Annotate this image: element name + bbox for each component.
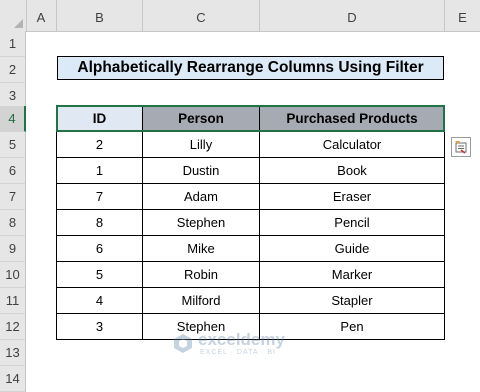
- sheet-title[interactable]: Alphabetically Rearrange Columns Using F…: [57, 56, 444, 80]
- header-cell-person[interactable]: Person: [143, 106, 260, 132]
- table-cell-person[interactable]: Mike: [143, 236, 260, 262]
- row-header-5[interactable]: 5: [0, 132, 26, 158]
- table-cell-person[interactable]: Stephen: [143, 210, 260, 236]
- table-cell-person[interactable]: Milford: [143, 288, 260, 314]
- table-cell-id[interactable]: 1: [57, 158, 143, 184]
- column-header-c[interactable]: C: [143, 0, 260, 31]
- row-header-14[interactable]: 14: [0, 366, 26, 392]
- header-cell-purchased-products[interactable]: Purchased Products: [260, 106, 445, 132]
- row-header-9[interactable]: 9: [0, 236, 26, 262]
- table-cell-product[interactable]: Marker: [260, 262, 445, 288]
- select-all-triangle-icon: [14, 19, 23, 28]
- row-header-6[interactable]: 6: [0, 158, 26, 184]
- column-header-b[interactable]: B: [57, 0, 143, 31]
- table-cell-id[interactable]: 4: [57, 288, 143, 314]
- column-header-row: A B C D E: [0, 0, 480, 32]
- watermark-tagline: EXCEL · DATA · BI: [200, 349, 276, 356]
- table-cell-product[interactable]: Eraser: [260, 184, 445, 210]
- table-cell-person[interactable]: Lilly: [143, 132, 260, 158]
- row-header-7[interactable]: 7: [0, 184, 26, 210]
- table-cell-id[interactable]: 7: [57, 184, 143, 210]
- table-cell-product[interactable]: Book: [260, 158, 445, 184]
- table-cell-id[interactable]: 6: [57, 236, 143, 262]
- watermark: exceldemy EXCEL · DATA · BI: [170, 330, 320, 360]
- table-cell-product[interactable]: Guide: [260, 236, 445, 262]
- column-header-e[interactable]: E: [445, 0, 480, 31]
- row-header-1[interactable]: 1: [0, 31, 26, 57]
- row-header-2[interactable]: 2: [0, 57, 26, 83]
- row-header-13[interactable]: 13: [0, 340, 26, 366]
- column-header-a[interactable]: A: [26, 0, 57, 31]
- table-cell-id[interactable]: 8: [57, 210, 143, 236]
- exceldemy-logo-icon: [174, 334, 192, 353]
- spreadsheet: A B C D E 1 2 3 4 5 6 7 8 9 10 11 12 13 …: [0, 0, 480, 392]
- table-cell-person[interactable]: Robin: [143, 262, 260, 288]
- row-header-8[interactable]: 8: [0, 210, 26, 236]
- table-cell-id[interactable]: 3: [57, 314, 143, 340]
- quick-analysis-button[interactable]: [451, 137, 471, 157]
- header-cell-id[interactable]: ID: [57, 106, 143, 132]
- quick-analysis-icon: [455, 141, 467, 154]
- row-header-12[interactable]: 12: [0, 314, 26, 340]
- watermark-name: exceldemy: [198, 330, 285, 349]
- row-header-4[interactable]: 4: [0, 106, 26, 132]
- table-cell-product[interactable]: Pencil: [260, 210, 445, 236]
- table-cell-product[interactable]: Calculator: [260, 132, 445, 158]
- table-cell-id[interactable]: 2: [57, 132, 143, 158]
- column-header-d[interactable]: D: [260, 0, 445, 31]
- row-header-11[interactable]: 11: [0, 288, 26, 314]
- table-cell-id[interactable]: 5: [57, 262, 143, 288]
- table-cell-product[interactable]: Stapler: [260, 288, 445, 314]
- row-header-10[interactable]: 10: [0, 262, 26, 288]
- table-cell-person[interactable]: Dustin: [143, 158, 260, 184]
- table-cell-person[interactable]: Adam: [143, 184, 260, 210]
- select-all-button[interactable]: [0, 0, 27, 31]
